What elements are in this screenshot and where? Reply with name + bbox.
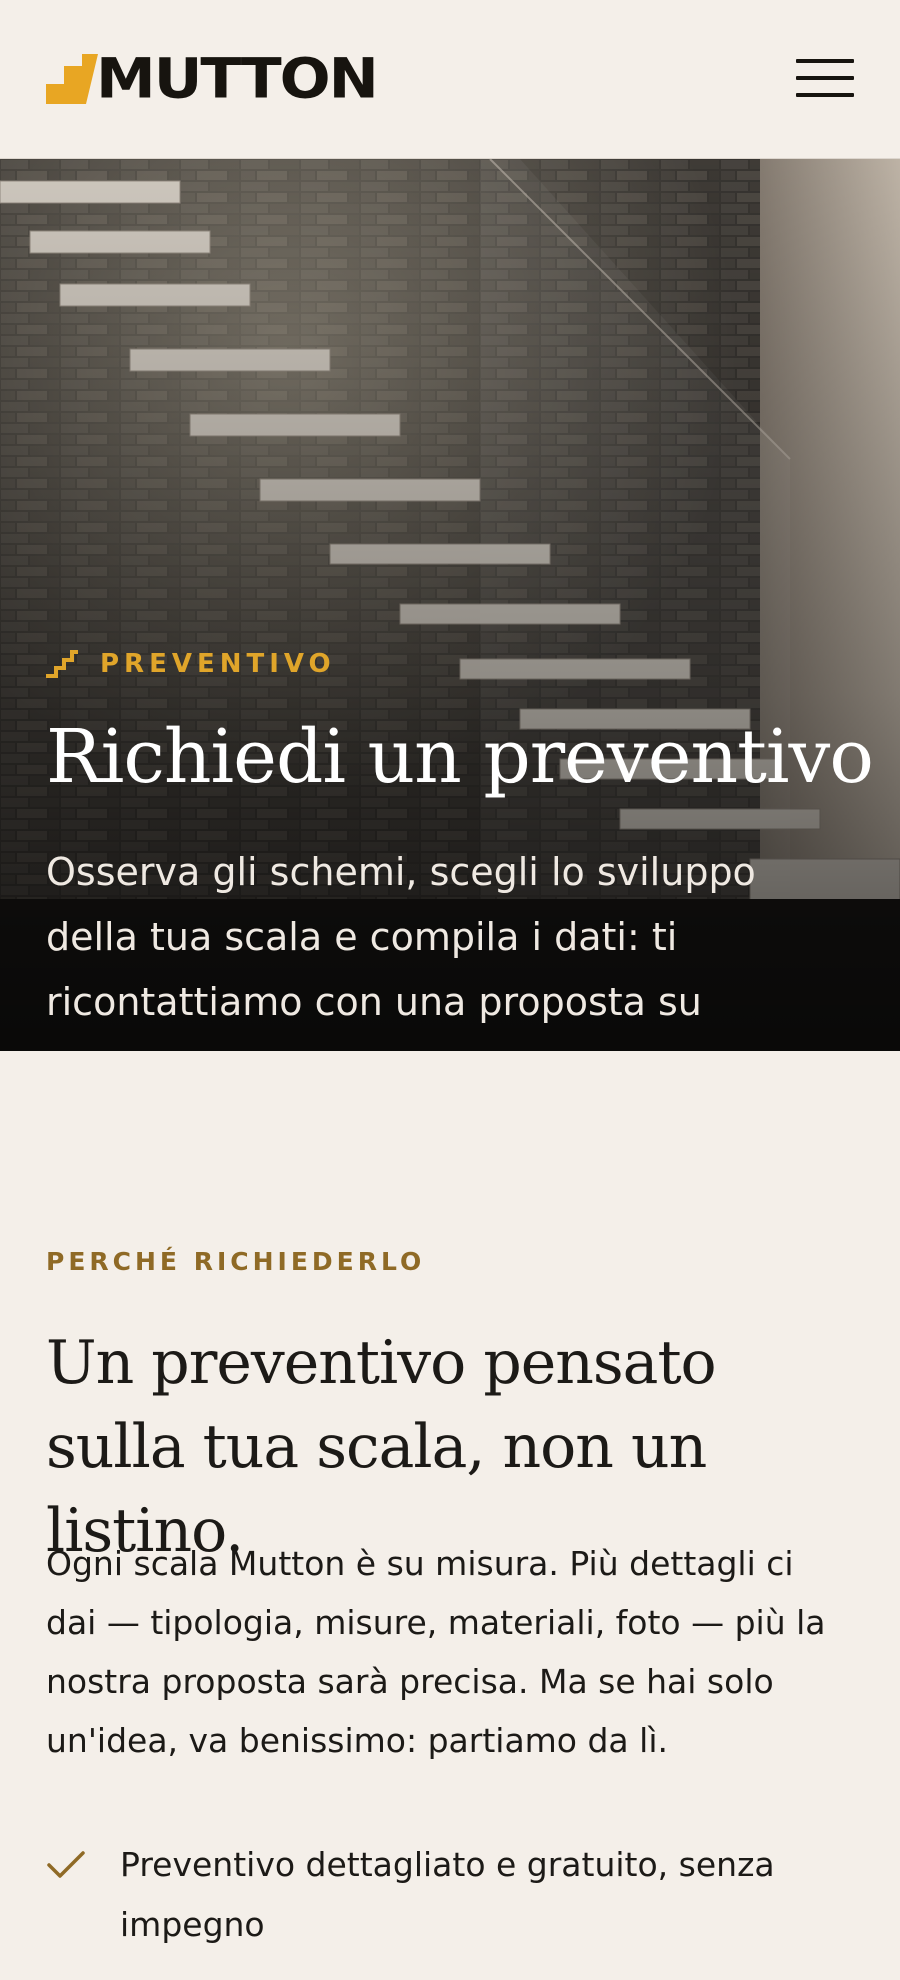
hero-description: Osserva gli schemi, scegli lo sviluppo d… — [46, 850, 756, 1051]
hamburger-icon — [796, 59, 854, 63]
section-body: Ogni scala Mutton è su misura. Più detta… — [46, 1544, 826, 1760]
benefit-item: Preventivo dettagliato e gratuito, senza… — [46, 1835, 854, 1955]
section-eyebrow: PERCHÉ RICHIEDERLO — [46, 1247, 426, 1276]
brand-name: MUTTON — [96, 46, 379, 112]
hero-section: PREVENTIVO Richiedi un preventivo Osserv… — [0, 159, 900, 1051]
benefit-text: Preventivo dettagliato e gratuito, senza… — [120, 1845, 775, 1944]
site-header: MUTTON — [0, 0, 900, 159]
stair-step-icon — [46, 54, 98, 104]
stair-icon — [46, 650, 78, 678]
page-title: Richiedi un preventivo — [46, 714, 874, 800]
hero-eyebrow: PREVENTIVO — [46, 649, 336, 679]
brand-logo[interactable]: MUTTON — [46, 46, 379, 112]
check-icon — [47, 1851, 85, 1878]
hero-eyebrow-label: PREVENTIVO — [100, 649, 336, 679]
menu-button[interactable] — [796, 56, 854, 100]
